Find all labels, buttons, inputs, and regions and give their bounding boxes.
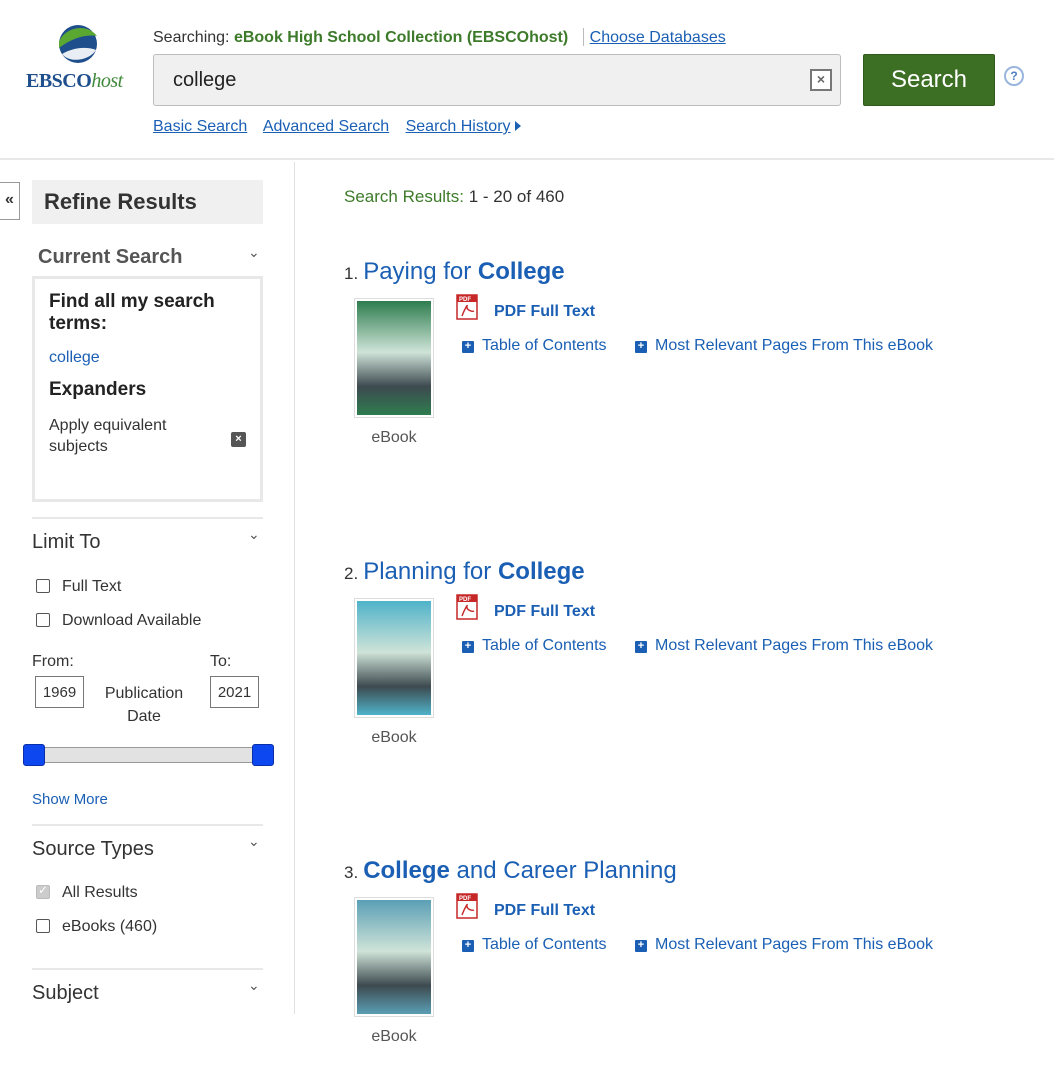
result-title[interactable]: 3. College and Career Planning (344, 857, 677, 885)
result-type: eBook (371, 429, 417, 446)
show-more-link[interactable]: Show More (32, 791, 108, 808)
book-cover[interactable] (354, 298, 434, 418)
pdf-icon[interactable]: PDF (456, 594, 480, 620)
most-relevant-pages-link[interactable]: + Most Relevant Pages From This eBook (635, 936, 933, 954)
help-icon[interactable]: ? (1004, 66, 1024, 86)
limit-full-text[interactable]: Full Text (36, 578, 121, 596)
result-title[interactable]: 2. Planning for College (344, 558, 585, 586)
pdf-full-text-link[interactable]: PDF Full Text (494, 603, 595, 621)
results-range: 1 - 20 of 460 (468, 187, 565, 206)
search-history-link[interactable]: Search History (406, 118, 511, 135)
plus-icon: + (635, 641, 647, 653)
ebsco-logo[interactable]: EBSCOhost (24, 24, 132, 96)
chevron-down-icon[interactable]: ⌄ (248, 526, 260, 543)
find-all-label: Find all my search terms: (49, 291, 215, 334)
most-relevant-pages-link[interactable]: + Most Relevant Pages From This eBook (635, 637, 933, 655)
chevron-down-icon[interactable]: ⌄ (248, 833, 260, 850)
search-links: Basic Search Advanced Search Search Hist… (153, 118, 521, 136)
plus-icon: + (462, 940, 474, 952)
current-search-heading[interactable]: Current Search (38, 246, 183, 269)
refine-sidebar: « Refine Results Current Search ⌄ Find a… (0, 162, 295, 1014)
pdf-full-text-link[interactable]: PDF Full Text (494, 303, 595, 321)
publication-date-label: Publication Date (104, 685, 184, 725)
result-item: 3. College and Career Planning eBook PDF … (344, 857, 1044, 1077)
plus-icon: + (635, 940, 647, 952)
search-input[interactable] (154, 55, 794, 105)
svg-text:PDF: PDF (459, 896, 471, 902)
source-ebooks[interactable]: eBooks (460) (36, 918, 157, 936)
result-item: 2. Planning for College eBook PDF PDF Ful… (344, 558, 1044, 778)
result-type: eBook (371, 729, 417, 746)
chevron-down-icon[interactable]: ⌄ (248, 977, 260, 994)
checkbox[interactable] (36, 919, 50, 933)
plus-icon: + (462, 341, 474, 353)
book-cover[interactable] (354, 598, 434, 718)
from-year-input[interactable] (35, 676, 84, 708)
source-types-heading[interactable]: Source Types (32, 838, 154, 861)
globe-logo-icon (59, 25, 97, 63)
searching-line: Searching: eBook High School Collection … (153, 28, 726, 47)
to-label: To: (210, 653, 232, 670)
checkbox-checked[interactable] (36, 883, 50, 899)
source-all-results[interactable]: All Results (36, 883, 138, 902)
basic-search-link[interactable]: Basic Search (153, 118, 247, 135)
most-relevant-pages-link[interactable]: + Most Relevant Pages From This eBook (635, 337, 933, 355)
clear-search-icon[interactable]: × (810, 69, 832, 91)
result-title[interactable]: 1. Paying for College (344, 258, 565, 286)
database-name: eBook High School Collection (EBSCOhost) (233, 29, 569, 46)
results-count: Search Results: 1 - 20 of 460 (344, 187, 564, 207)
plus-icon: + (462, 641, 474, 653)
pdf-icon[interactable]: PDF (456, 294, 480, 320)
refine-results-heading: Refine Results (32, 180, 263, 224)
logo-text: EBSCOhost (26, 70, 123, 92)
table-of-contents-link[interactable]: + Table of Contents (462, 637, 607, 655)
divider (32, 824, 263, 826)
from-label: From: (32, 653, 74, 670)
subject-heading[interactable]: Subject (32, 982, 99, 1005)
results-label: Search Results: (344, 187, 464, 206)
triangle-right-icon (514, 121, 521, 131)
divider (32, 517, 263, 519)
checkbox[interactable] (36, 613, 50, 627)
pdf-full-text-link[interactable]: PDF Full Text (494, 902, 595, 920)
slider-min-handle[interactable] (23, 744, 45, 766)
advanced-search-link[interactable]: Advanced Search (263, 118, 389, 135)
choose-databases-link[interactable]: Choose Databases (590, 29, 726, 46)
search-button[interactable]: Search (863, 54, 995, 106)
svg-text:PDF: PDF (459, 297, 471, 303)
table-of-contents-link[interactable]: + Table of Contents (462, 936, 607, 954)
date-range-slider[interactable] (32, 747, 262, 763)
plus-icon: + (635, 341, 647, 353)
search-term-link[interactable]: college (49, 349, 260, 367)
divider (32, 968, 263, 970)
chevron-down-icon[interactable]: ⌄ (248, 244, 260, 261)
checkbox[interactable] (36, 579, 50, 593)
search-box: × (153, 54, 841, 106)
result-type: eBook (371, 1028, 417, 1045)
result-item: 1. Paying for College eBook PDF PDF Full … (344, 258, 1044, 478)
remove-expander-icon[interactable]: × (231, 432, 246, 447)
separator (582, 28, 584, 46)
pdf-icon[interactable]: PDF (456, 893, 480, 919)
expanders-heading: Expanders (49, 379, 147, 400)
searching-label: Searching: (153, 29, 230, 46)
table-of-contents-link[interactable]: + Table of Contents (462, 337, 607, 355)
collapse-sidebar-button[interactable]: « (0, 182, 20, 220)
header: EBSCOhost Searching: eBook High School C… (0, 0, 1054, 160)
current-search-box: Find all my search terms: college Expand… (32, 276, 263, 502)
slider-max-handle[interactable] (252, 744, 274, 766)
to-year-input[interactable] (210, 676, 259, 708)
limit-download-available[interactable]: Download Available (36, 612, 201, 630)
expander-item: Apply equivalent subjects (49, 417, 167, 455)
limit-to-heading[interactable]: Limit To (32, 531, 101, 554)
svg-text:PDF: PDF (459, 597, 471, 603)
book-cover[interactable] (354, 897, 434, 1017)
